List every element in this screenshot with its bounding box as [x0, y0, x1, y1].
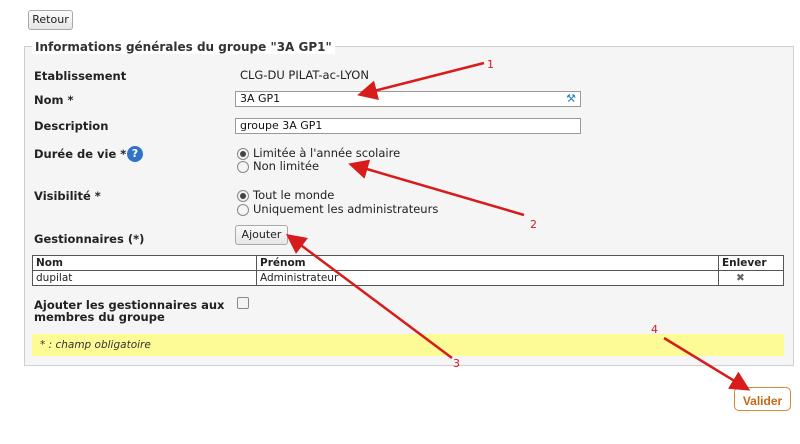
annotation-overlay: 1 2 3 4	[285, 58, 751, 391]
annotation-label-3: 3	[453, 357, 460, 370]
annotation-label-1: 1	[487, 58, 494, 71]
annotation-arrow-2	[348, 159, 525, 217]
annotation-arrow-3	[285, 234, 453, 360]
annotation-arrow-1	[357, 61, 485, 100]
annotation-arrow-4	[663, 336, 751, 391]
annotation-label-4: 4	[651, 323, 658, 336]
annotation-label-2: 2	[530, 218, 537, 231]
